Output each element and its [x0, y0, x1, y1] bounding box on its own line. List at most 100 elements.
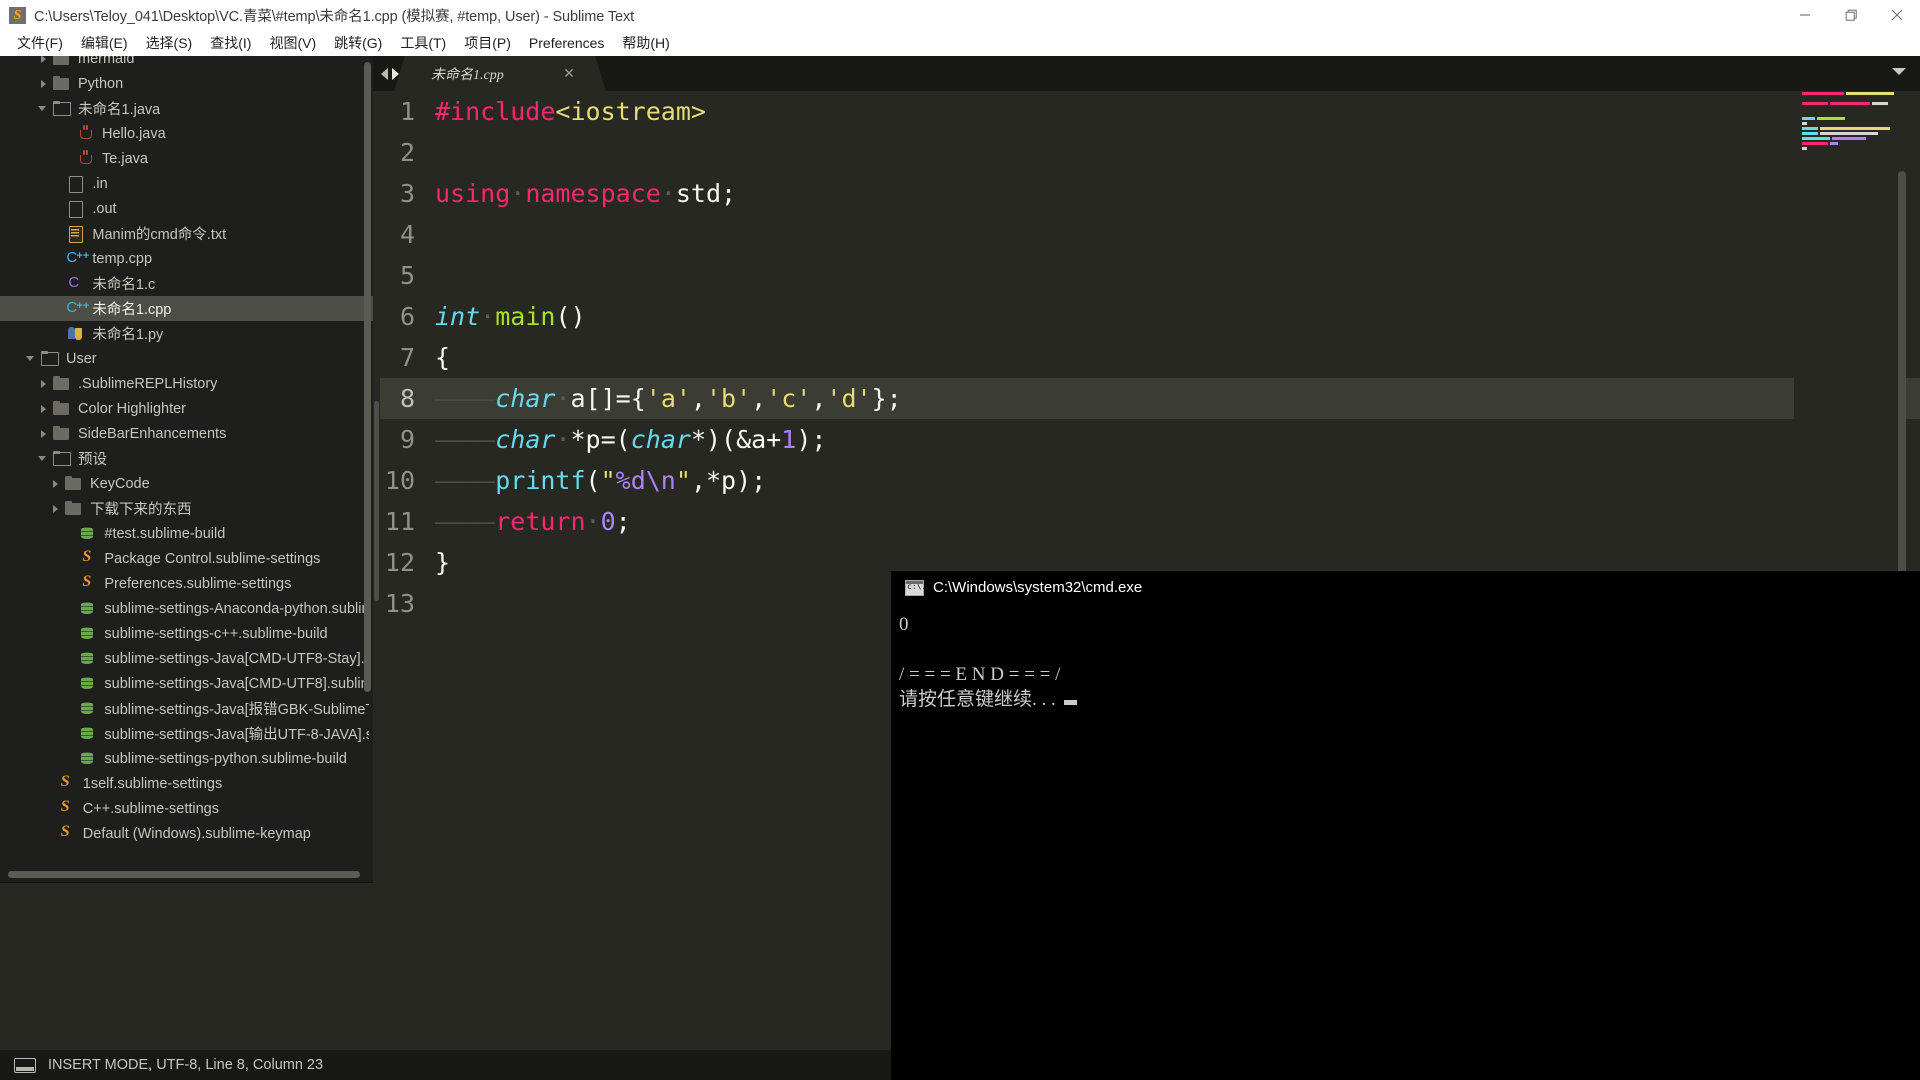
- line-number: 4: [399, 220, 415, 249]
- chevron-right-icon[interactable]: [38, 56, 49, 64]
- code-token: *)(&a+: [690, 425, 782, 454]
- sidebar-item-label: 未命名1.py: [92, 327, 164, 343]
- sidebar-item[interactable]: 未命名1.cpp: [0, 296, 373, 321]
- tab-label: 未命名1.cpp: [431, 67, 504, 83]
- sidebar-item[interactable]: Default (Windows).sublime-keymap: [0, 821, 373, 846]
- code-token: using: [435, 179, 511, 208]
- sidebar-item[interactable]: .out: [0, 196, 373, 221]
- menu-selection[interactable]: 选择(S): [137, 31, 202, 55]
- sidebar-item[interactable]: sublime-settings-Java[CMD-UTF8-Stay].sub…: [0, 646, 373, 671]
- code-line[interactable]: 3 using·namespace·std;: [380, 173, 1920, 214]
- minimap-scroll-thumb[interactable]: [1898, 171, 1906, 591]
- sidebar-item[interactable]: #test.sublime-build: [0, 521, 373, 546]
- chevron-right-icon[interactable]: [38, 403, 49, 414]
- tab-untitled-cpp[interactable]: 未命名1.cpp ✕: [394, 56, 606, 91]
- code-line[interactable]: 9 ————char·*p=(char*)(&a+1);: [380, 419, 1920, 460]
- code-token: );: [796, 425, 827, 454]
- chevron-down-icon[interactable]: [1892, 68, 1906, 75]
- chevron-down-icon[interactable]: [26, 353, 37, 364]
- sidebar-item[interactable]: Python: [0, 71, 373, 96]
- sidebar-item[interactable]: 下载下来的东西: [0, 496, 373, 521]
- code-token: ————: [435, 425, 496, 454]
- sidebar-item[interactable]: Te.java: [0, 146, 373, 171]
- menu-file[interactable]: 文件(F): [8, 31, 72, 55]
- code-token: (: [585, 466, 601, 495]
- sidebar-item[interactable]: 未命名1.java: [0, 96, 373, 121]
- sidebar-item[interactable]: sublime-settings-Java[报错GBK-SublimeText]…: [0, 696, 373, 721]
- no-arrow-spacer: [52, 303, 63, 314]
- code-line[interactable]: 4: [380, 214, 1920, 255]
- sidebar-item[interactable]: sublime-settings-c++.sublime-build: [0, 621, 373, 646]
- code-token: 'a': [645, 384, 691, 413]
- sidebar-item[interactable]: 1self.sublime-settings: [0, 771, 373, 796]
- chevron-down-icon[interactable]: [38, 103, 49, 114]
- sidebar-item[interactable]: KeyCode: [0, 471, 373, 496]
- sidebar-item[interactable]: Preferences.sublime-settings: [0, 571, 373, 596]
- chevron-right-icon[interactable]: [38, 78, 49, 89]
- arrow-left-icon[interactable]: [381, 67, 388, 80]
- code-line[interactable]: 5: [380, 255, 1920, 296]
- close-button[interactable]: [1874, 0, 1920, 30]
- sidebar-item[interactable]: Hello.java: [0, 121, 373, 146]
- sidebar-item[interactable]: mermaid: [0, 56, 373, 71]
- sidebar-item-label: Color Highlighter: [78, 400, 186, 417]
- chevron-right-icon[interactable]: [50, 478, 61, 489]
- sidebar-horizontal-scroll-thumb[interactable]: [8, 871, 360, 878]
- menu-tools[interactable]: 工具(T): [391, 31, 455, 55]
- minimap-segment: [1802, 137, 1830, 140]
- sidebar-item[interactable]: sublime-settings-python.sublime-build: [0, 746, 373, 771]
- sidebar-item[interactable]: 未命名1.c: [0, 271, 373, 296]
- sidebar-item[interactable]: Manim的cmd命令.txt: [0, 221, 373, 246]
- menu-project[interactable]: 项目(P): [455, 31, 520, 55]
- menu-edit[interactable]: 编辑(E): [72, 31, 137, 55]
- java-icon: [76, 150, 96, 167]
- sidebar-item[interactable]: Package Control.sublime-settings: [0, 546, 373, 571]
- sidebar-item[interactable]: temp.cpp: [0, 246, 373, 271]
- build-icon: [78, 675, 98, 692]
- code-line[interactable]: 8 ————char·a[]={'a','b','c','d'};: [380, 378, 1920, 419]
- cmd-console-window[interactable]: C:\Windows\system32\cmd.exe 0 / = = = E N…: [891, 571, 1920, 1080]
- menu-preferences[interactable]: Preferences: [520, 33, 613, 53]
- sidebar-item[interactable]: 未命名1.py: [0, 321, 373, 346]
- chevron-down-icon[interactable]: [38, 453, 49, 464]
- code-token: {: [435, 343, 451, 372]
- editor-vertical-scrollbar[interactable]: [373, 91, 380, 1080]
- code-line[interactable]: 2: [380, 132, 1920, 173]
- tab-close-icon[interactable]: ✕: [561, 65, 577, 82]
- menu-goto[interactable]: 跳转(G): [325, 31, 391, 55]
- sidebar-item[interactable]: SideBarEnhancements: [0, 421, 373, 446]
- sidebar-item[interactable]: User: [0, 346, 373, 371]
- sidebar-item[interactable]: Color Highlighter: [0, 396, 373, 421]
- menu-help[interactable]: 帮助(H): [613, 31, 678, 55]
- sidebar-item[interactable]: .in: [0, 171, 373, 196]
- chevron-right-icon[interactable]: [50, 503, 61, 514]
- maximize-restore-button[interactable]: [1828, 0, 1874, 30]
- code-line[interactable]: 7{: [380, 337, 1920, 378]
- no-arrow-spacer: [64, 703, 75, 714]
- sset-icon: [57, 798, 77, 817]
- sidebar-item-label: 未命名1.c: [92, 277, 156, 293]
- code-line[interactable]: 10 ————printf("%d\n",*p);: [380, 460, 1920, 501]
- sidebar-item[interactable]: sublime-settings-Java[CMD-UTF8].sublime-…: [0, 671, 373, 696]
- sidebar-item[interactable]: C++.sublime-settings: [0, 796, 373, 821]
- sidebar-item-label: sublime-settings-Java[报错GBK-SublimeText]…: [104, 702, 369, 718]
- code-line[interactable]: 11 ————return·0;: [380, 501, 1920, 542]
- chevron-right-icon[interactable]: [38, 428, 49, 439]
- minimap-segment: [1802, 102, 1828, 105]
- minimize-button[interactable]: [1782, 0, 1828, 30]
- code-line[interactable]: 1 #include<iostream>: [380, 91, 1920, 132]
- sidebar-item[interactable]: 预设: [0, 446, 373, 471]
- sidebar-item[interactable]: sublime-settings-Anaconda-python.sublime…: [0, 596, 373, 621]
- sidebar-item[interactable]: sublime-settings-Java[输出UTF-8-JAVA].subl…: [0, 721, 373, 746]
- code-line[interactable]: 6 int·main(): [380, 296, 1920, 337]
- menu-find[interactable]: 查找(I): [201, 31, 260, 55]
- chevron-right-icon[interactable]: [38, 378, 49, 389]
- sidebar-horizontal-scrollbar[interactable]: [0, 868, 373, 881]
- minimap-segment: [1802, 122, 1807, 125]
- sidebar-item-label: C++.sublime-settings: [82, 800, 219, 817]
- sidebar-item[interactable]: .SublimeREPLHistory: [0, 371, 373, 396]
- menu-view[interactable]: 视图(V): [260, 31, 325, 55]
- editor-vertical-scroll-thumb[interactable]: [374, 401, 379, 601]
- window-controls: [1782, 0, 1920, 30]
- sidebar-vertical-scroll-thumb[interactable]: [364, 62, 371, 692]
